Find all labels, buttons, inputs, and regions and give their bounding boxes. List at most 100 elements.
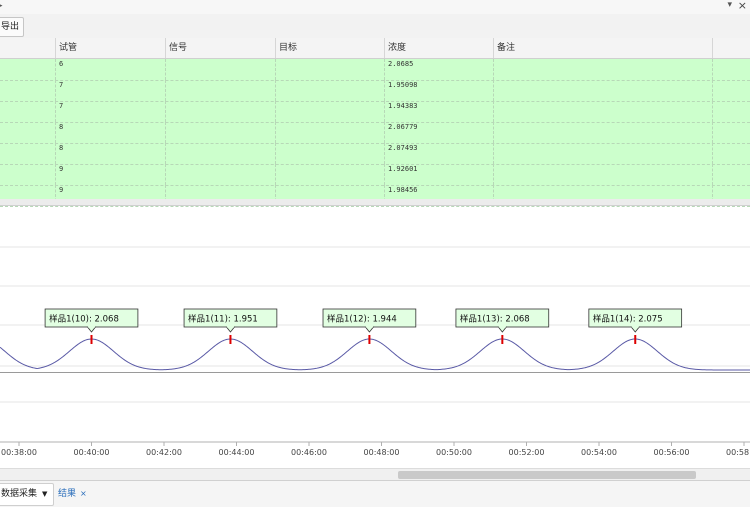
grid-horizontal-scroll <box>0 199 750 206</box>
x-tick-label: 00:38:00 <box>1 448 37 457</box>
peak-label-text: 样品1(10): 2.068 <box>49 314 119 325</box>
tab-data-acquisition-label: 数据采集 <box>1 489 38 499</box>
header-signal[interactable]: 信号 <box>165 38 276 58</box>
cell-extra <box>712 80 750 101</box>
chart: 00:38:00 00:40:00 00:42:00 00:44:00 00:46:00… <box>0 246 750 457</box>
peak-label: 样品1(14): 2.075 <box>588 308 683 333</box>
header-concentration[interactable]: 浓度 <box>384 38 495 58</box>
cell-tube: 6 <box>55 59 166 80</box>
table-row[interactable]: 8 2.07493 <box>0 143 750 165</box>
cell-tube: 8 <box>55 122 166 143</box>
cell-concentration: 2.06779 <box>384 122 495 143</box>
x-tick-label: 00:48:00 <box>364 448 400 457</box>
peak-label-pointer <box>364 326 375 333</box>
cell-concentration: 2.07493 <box>384 143 495 164</box>
header-notes[interactable]: 备注 <box>493 38 712 58</box>
export-button[interactable]: 导出 <box>0 17 25 37</box>
cell-target <box>275 101 386 122</box>
x-tick-label: 00:58:00 <box>726 448 750 457</box>
peak-label-text: 样品1(12): 1.944 <box>327 314 397 325</box>
peak-label-pointer <box>497 326 508 333</box>
close-icon[interactable]: × <box>738 0 747 12</box>
cell-signal <box>165 80 276 101</box>
cell-first <box>0 122 55 143</box>
x-tick-label: 00:54:00 <box>581 448 617 457</box>
cell-target <box>275 122 386 143</box>
peak-label: 样品1(13): 2.068 <box>455 308 550 333</box>
x-tick-label: 00:40:00 <box>74 448 110 457</box>
cell-tube: 7 <box>55 101 166 122</box>
cell-extra <box>712 164 750 185</box>
cell-signal <box>165 101 276 122</box>
x-tick-label: 00:52:00 <box>509 448 545 457</box>
back-arrow-icon[interactable]: ▸ <box>0 1 3 11</box>
cell-signal <box>165 164 276 185</box>
peak-label: 样品1(10): 2.068 <box>44 308 139 333</box>
chevron-down-icon[interactable]: ▼ <box>42 490 47 498</box>
cell-target <box>275 80 386 101</box>
x-tick-label: 00:50:00 <box>436 448 472 457</box>
x-tick-label: 00:56:00 <box>654 448 690 457</box>
cell-notes <box>493 80 712 101</box>
scrollbar-thumb[interactable] <box>398 471 696 479</box>
cell-signal <box>165 143 276 164</box>
cell-extra <box>712 59 750 80</box>
cell-notes <box>493 164 712 185</box>
cell-tube: 8 <box>55 143 166 164</box>
cell-first <box>0 164 55 185</box>
cell-extra <box>712 143 750 164</box>
peak-label-pointer <box>225 326 236 333</box>
table-row[interactable]: 7 1.95098 <box>0 80 750 102</box>
cell-signal <box>165 59 276 80</box>
header-cell-first[interactable] <box>0 38 55 58</box>
data-grid: 6 2.0685 7 1.95098 7 1.94383 8 2.06779 8 2.07493 9… <box>0 59 750 207</box>
peak-label-text: 样品1(14): 2.075 <box>593 314 663 325</box>
dropdown-arrow-icon[interactable]: ▾ <box>727 0 732 10</box>
grid-header: 试管 信号 目标 浓度 备注 <box>0 38 750 59</box>
table-row[interactable]: 7 1.94383 <box>0 101 750 123</box>
tab-data-acquisition[interactable]: 数据采集 ▼ <box>0 483 55 506</box>
cell-first <box>0 143 55 164</box>
cell-extra <box>712 122 750 143</box>
header-target[interactable]: 目标 <box>275 38 386 58</box>
peak-label-text: 样品1(13): 2.068 <box>460 314 530 325</box>
cell-tube: 9 <box>55 164 166 185</box>
cell-concentration: 2.0685 <box>384 59 495 80</box>
x-tick-label: 00:42:00 <box>146 448 182 457</box>
peak-label-pointer <box>86 326 97 333</box>
signal-line <box>0 338 750 371</box>
cell-target <box>275 164 386 185</box>
peak-label-text: 样品1(11): 1.951 <box>188 314 258 325</box>
cell-concentration: 1.92601 <box>384 164 495 185</box>
header-cell-extra <box>712 38 750 58</box>
header-tube[interactable]: 试管 <box>55 38 166 58</box>
cell-notes <box>493 122 712 143</box>
window-titlebar: ▸ ▾ × <box>0 0 750 14</box>
cell-notes <box>493 101 712 122</box>
tab-results[interactable]: 结果 × <box>58 483 87 504</box>
cell-first <box>0 101 55 122</box>
cell-notes <box>493 59 712 80</box>
close-tab-icon[interactable]: × <box>80 489 87 498</box>
table-row[interactable]: 6 2.0685 <box>0 59 750 81</box>
cell-target <box>275 143 386 164</box>
table-row[interactable]: 9 1.92601 <box>0 164 750 186</box>
peak-label: 样品1(11): 1.951 <box>183 308 278 333</box>
cell-extra <box>712 101 750 122</box>
x-tick-label: 00:46:00 <box>291 448 327 457</box>
cell-target <box>275 59 386 80</box>
x-tick-label: 00:44:00 <box>219 448 255 457</box>
cell-first <box>0 59 55 80</box>
cell-tube: 7 <box>55 80 166 101</box>
cell-notes <box>493 143 712 164</box>
table-row[interactable]: 8 2.06779 <box>0 122 750 144</box>
cell-concentration: 1.94383 <box>384 101 495 122</box>
peak-label-pointer <box>630 326 641 333</box>
cell-signal <box>165 122 276 143</box>
cell-first <box>0 80 55 101</box>
cell-concentration: 1.95098 <box>384 80 495 101</box>
toolbar: 导出 <box>0 14 750 39</box>
tab-bar: 数据采集 ▼ 结果 × <box>0 480 750 507</box>
peak-label: 样品1(12): 1.944 <box>322 308 417 333</box>
tab-results-label: 结果 <box>58 489 77 499</box>
